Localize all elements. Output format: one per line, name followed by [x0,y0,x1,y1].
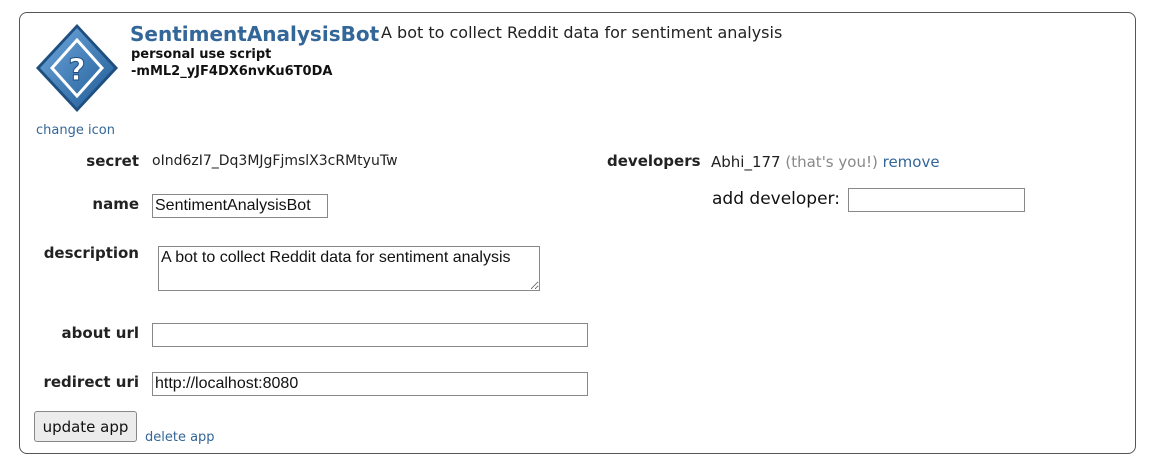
developer-self-note: (that's you!) [785,153,878,171]
client-id: -mML2_yJF4DX6nvKu6T0DA [131,64,333,79]
redirect-uri-input[interactable] [152,372,588,396]
app-name: SentimentAnalysisBot [130,22,380,46]
app-description: A bot to collect Reddit data for sentime… [381,23,783,42]
description-textarea[interactable]: A bot to collect Reddit data for sentime… [158,246,540,291]
about-url-input[interactable] [152,323,588,347]
secret-label: secret [86,152,139,170]
change-icon-link[interactable]: change icon [36,123,115,138]
app-type: personal use script [131,47,272,62]
about-url-label: about url [61,324,139,342]
add-developer-label: add developer: [712,189,840,209]
name-label: name [92,195,139,213]
update-app-button[interactable]: update app [34,411,137,442]
secret-value: oInd6zI7_Dq3MJgFjmslX3cRMtyuTw [152,153,398,169]
question-mark-diamond-icon: ? [34,22,120,114]
developer-entry: Abhi_177 (that's you!) remove [711,153,940,171]
redirect-uri-label: redirect uri [43,373,139,391]
add-developer-input[interactable] [848,188,1025,212]
delete-app-link[interactable]: delete app [145,430,215,445]
name-input[interactable] [152,194,328,218]
description-label: description [43,244,139,262]
developer-username: Abhi_177 [711,153,781,171]
remove-developer-link[interactable]: remove [883,153,940,171]
developers-label: developers [607,152,701,170]
svg-text:?: ? [68,53,85,88]
